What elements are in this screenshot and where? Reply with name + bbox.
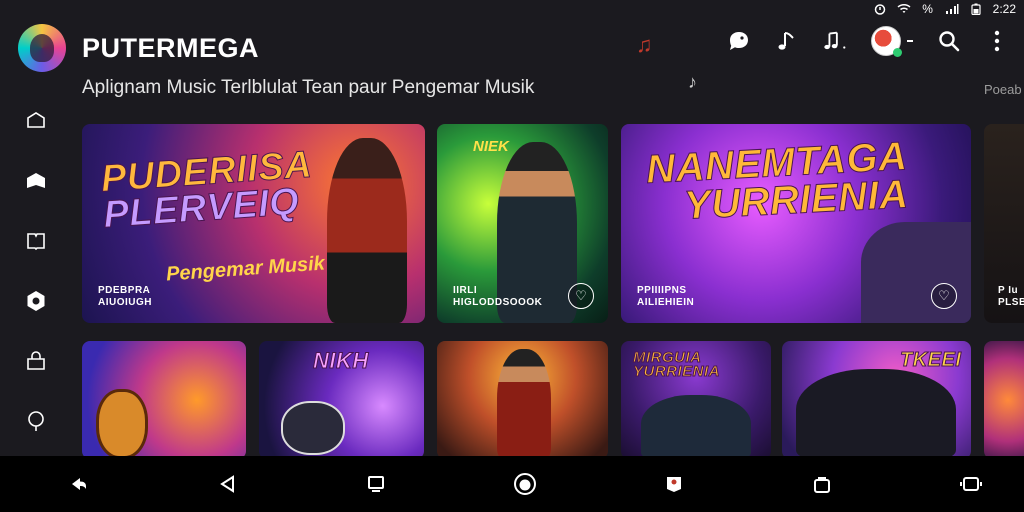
card-art-title: MIRGUIA YURRIENIA [633, 349, 721, 381]
header-actions [726, 26, 1010, 57]
artist-figure [327, 138, 407, 323]
library-icon [27, 173, 45, 188]
sidebar-item-discover[interactable] [21, 286, 51, 316]
nav-recents-icon[interactable] [958, 471, 984, 497]
system-nav-bar [0, 456, 1024, 512]
featured-card-2[interactable]: NIEK IIRLI HIGLODDSOOOK ♡ [437, 124, 608, 323]
wifi-icon [897, 3, 911, 15]
sidebar-item-library[interactable] [21, 166, 51, 196]
card-art-title: NANEMTAGA YURRIENIA [645, 134, 910, 229]
artist-figure [497, 349, 551, 459]
nav-screen-icon[interactable] [363, 471, 389, 497]
bag-icon [27, 351, 45, 370]
card-art-title: NIKH [313, 348, 369, 373]
music-note-icon[interactable] [774, 28, 800, 54]
nav-bag-icon[interactable] [809, 471, 835, 497]
playlist-icon[interactable] [822, 28, 848, 54]
featured-card-3[interactable]: NANEMTAGA YURRIENIA PPIIIIPNS AILIEHIEIN… [621, 124, 971, 323]
profile-dash-icon [907, 40, 913, 42]
battery-icon [969, 3, 983, 15]
artist-figure [641, 395, 751, 459]
nav-back-arrow-icon[interactable] [66, 471, 92, 497]
heart-icon: ♡ [575, 288, 587, 303]
featured-card-1[interactable]: PUDERIISA PLERVEIQ Pengemar Musik PDEBPR… [82, 124, 425, 323]
card-caption: P Iu PLSB [998, 285, 1024, 308]
status-bar: % 2:22 [873, 0, 1016, 18]
album-card-partial[interactable] [984, 341, 1024, 459]
music-note-decor-icon: ♫ [636, 32, 653, 57]
sidebar-item-home[interactable] [21, 106, 51, 136]
featured-card-4[interactable]: P Iu PLSB [984, 124, 1024, 323]
home-icon [27, 112, 45, 128]
sidebar [16, 106, 56, 436]
album-card-guitar[interactable] [82, 341, 246, 459]
music-note-decor-icon: ♪ [688, 72, 697, 92]
app-header: PUTERMEGA [18, 22, 1010, 74]
sidebar-item-books[interactable] [21, 226, 51, 256]
album-card-nikh[interactable]: NIKH [259, 341, 424, 459]
artist-figure [796, 369, 956, 459]
chat-icon[interactable] [726, 28, 752, 54]
card-caption: IIRLI HIGLODDSOOOK [453, 285, 543, 308]
search-icon[interactable] [936, 28, 962, 54]
app-subtitle: Aplignam Music Terlblulat Tean paur Peng… [82, 77, 535, 98]
nav-chat-icon[interactable] [661, 471, 687, 497]
app-logo[interactable] [18, 24, 66, 72]
battery-percent-icon: % [922, 2, 933, 16]
disc-icon [27, 291, 45, 311]
sidebar-item-location[interactable] [21, 406, 51, 436]
album-card-band[interactable] [437, 341, 608, 459]
sidebar-item-store[interactable] [21, 346, 51, 376]
card-caption: PPIIIIPNS AILIEHIEIN [637, 285, 695, 308]
signal-icon [945, 3, 959, 15]
book-icon [27, 233, 45, 251]
card-art-title: TKEEI [899, 349, 962, 371]
heart-icon: ♡ [938, 288, 950, 303]
pin-icon [28, 411, 44, 431]
guitar-art [281, 401, 345, 455]
app-title: PUTERMEGA [82, 32, 260, 63]
album-card-tkeei[interactable]: TKEEI [782, 341, 971, 459]
album-card-group[interactable]: MIRGUIA YURRIENIA [621, 341, 771, 459]
guitar-art [96, 389, 148, 459]
favorite-button[interactable]: ♡ [568, 283, 594, 309]
more-options-icon[interactable] [984, 28, 1010, 54]
profile-menu[interactable] [870, 26, 914, 57]
card-caption: PDEBPRA AIUOIUGH [98, 285, 152, 308]
card-badge: NIEK [473, 138, 509, 155]
artist-figure [861, 222, 971, 323]
card-tagline: Pengemar Musik [165, 252, 326, 286]
alarm-icon [873, 3, 887, 15]
overflow-label: Poeab [984, 82, 1022, 97]
nav-back-icon[interactable] [215, 471, 241, 497]
status-time: 2:22 [992, 2, 1016, 16]
avatar[interactable] [871, 26, 902, 57]
nav-home-icon[interactable] [512, 471, 538, 497]
favorite-button[interactable]: ♡ [931, 283, 957, 309]
card-art-title: PUDERIISA PLERVEIQ [99, 143, 314, 237]
